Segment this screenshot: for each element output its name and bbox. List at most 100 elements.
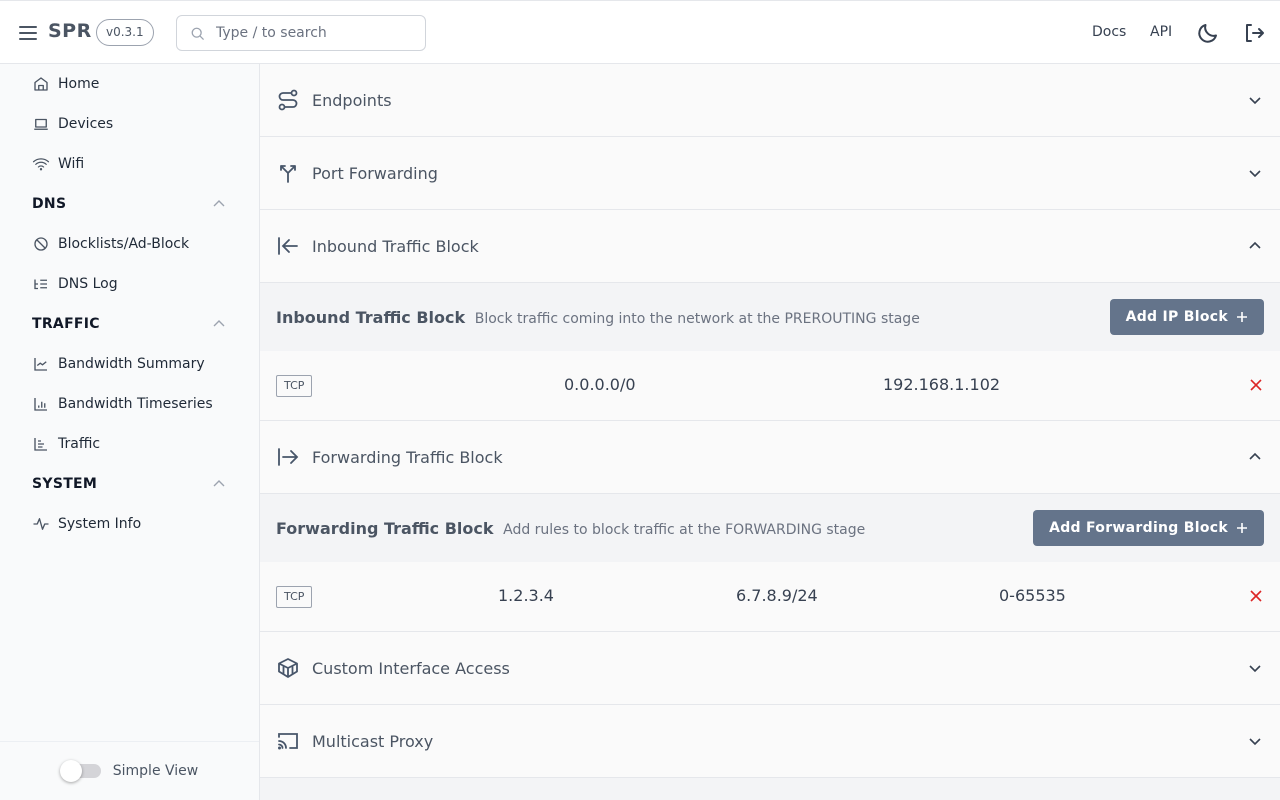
list-icon — [34, 279, 47, 290]
search-input[interactable] — [216, 25, 406, 41]
protocol-badge: TCP — [276, 375, 313, 397]
cast-icon — [278, 733, 298, 750]
moon-icon[interactable] — [1196, 21, 1220, 45]
sidebar-section-system[interactable]: SYSTEM — [32, 464, 226, 504]
chevron-down-icon — [1249, 170, 1261, 178]
accordion-multicast-proxy[interactable]: Multicast Proxy — [260, 705, 1280, 778]
sidebar-item-system-info[interactable]: System Info — [32, 504, 141, 544]
button-label: Add IP Block — [1125, 309, 1228, 325]
sidebar-item-devices[interactable]: Devices — [32, 104, 113, 144]
chevron-up-icon — [213, 480, 225, 487]
accordion-port-forwarding[interactable]: Port Forwarding — [260, 137, 1280, 210]
sidebar: Home Devices Wifi DNS Blocklists/Ad-Bloc… — [0, 64, 260, 800]
destination-address: 192.168.1.102 — [883, 375, 1001, 394]
align-chart-icon — [34, 438, 47, 451]
sidebar-item-label: Blocklists/Ad-Block — [58, 236, 190, 252]
source-address: 0.0.0.0/0 — [564, 375, 636, 394]
destination-address: 6.7.8.9/24 — [736, 586, 818, 605]
accordion-custom-interface-access[interactable]: Custom Interface Access — [260, 632, 1280, 705]
sidebar-item-wifi[interactable]: Wifi — [32, 144, 84, 184]
section-title: TRAFFIC — [32, 316, 100, 332]
sidebar-item-label: Devices — [58, 116, 114, 132]
plus-icon — [1237, 523, 1247, 533]
version-badge: v0.3.1 — [96, 19, 154, 46]
sidebar-item-label: Bandwidth Summary — [58, 356, 205, 372]
forwarding-panel-title: Forwarding Traffic Block — [276, 518, 494, 538]
add-forwarding-block-button[interactable]: Add Forwarding Block — [1033, 510, 1264, 546]
chevron-up-icon — [213, 320, 225, 327]
sidebar-item-label: System Info — [58, 516, 142, 532]
inbound-panel-header: Inbound Traffic Block Block traffic comi… — [260, 283, 1280, 351]
arrow-left-to-line-icon — [278, 237, 298, 255]
forwarding-panel-description: Add rules to block traffic at the FORWAR… — [503, 521, 866, 538]
accordion-title: Forwarding Traffic Block — [312, 447, 503, 467]
sidebar-section-traffic[interactable]: TRAFFIC — [32, 304, 226, 344]
accordion-title: Endpoints — [312, 90, 392, 110]
accordion-inbound-traffic-block[interactable]: Inbound Traffic Block — [260, 210, 1280, 283]
home-icon — [34, 77, 48, 91]
chevron-up-icon — [213, 200, 225, 207]
sidebar-item-traffic[interactable]: Traffic — [32, 424, 100, 464]
sidebar-item-label: Bandwidth Timeseries — [58, 396, 213, 412]
wifi-icon — [32, 158, 50, 171]
bar-chart-icon — [34, 398, 47, 411]
chevron-down-icon — [1249, 738, 1261, 746]
accordion-endpoints[interactable]: Endpoints — [260, 64, 1280, 137]
forwarding-panel-header: Forwarding Traffic Block Add rules to bl… — [260, 494, 1280, 562]
chevron-down-icon — [1249, 665, 1261, 673]
button-label: Add Forwarding Block — [1049, 520, 1228, 536]
sidebar-section-dns[interactable]: DNS — [32, 184, 226, 224]
sidebar-item-bandwidth-summary[interactable]: Bandwidth Summary — [32, 344, 205, 384]
inbound-panel-description: Block traffic coming into the network at… — [474, 310, 920, 327]
api-link[interactable]: API — [1150, 24, 1172, 40]
section-title: DNS — [32, 196, 67, 212]
panel-title-wrap: Forwarding Traffic Block Add rules to bl… — [276, 519, 865, 538]
delete-icon[interactable] — [1249, 378, 1263, 392]
add-ip-block-button[interactable]: Add IP Block — [1109, 299, 1264, 335]
split-arrow-icon — [280, 165, 296, 183]
forwarding-rule-row: TCP 1.2.3.4 6.7.8.9/24 0-65535 — [260, 562, 1280, 632]
activity-icon — [33, 518, 49, 530]
sidebar-item-blocklists[interactable]: Blocklists/Ad-Block — [32, 224, 189, 264]
logout-icon[interactable] — [1242, 21, 1266, 45]
ban-icon — [34, 237, 48, 251]
sidebar-item-label: Home — [58, 76, 100, 92]
plus-icon — [1237, 312, 1247, 322]
source-address: 1.2.3.4 — [498, 586, 554, 605]
main-content: Endpoints Port Forwarding Inbound Traffi… — [260, 64, 1280, 800]
simple-view-toggle[interactable] — [59, 760, 101, 782]
laptop-icon — [34, 118, 48, 130]
panel-title-wrap: Inbound Traffic Block Block traffic comi… — [276, 308, 920, 327]
section-title: SYSTEM — [32, 476, 98, 492]
sidebar-footer: Simple View — [0, 741, 259, 800]
delete-icon[interactable] — [1249, 589, 1263, 603]
sidebar-item-label: Traffic — [58, 436, 101, 452]
sidebar-item-dns-log[interactable]: DNS Log — [32, 264, 118, 304]
search-box[interactable] — [176, 15, 426, 51]
container-icon — [278, 658, 298, 678]
sidebar-item-home[interactable]: Home — [32, 64, 99, 104]
chevron-up-icon — [1249, 452, 1261, 460]
chevron-up-icon — [1249, 241, 1261, 249]
chevron-down-icon — [1249, 97, 1261, 105]
line-chart-icon — [34, 358, 47, 371]
simple-view-label: Simple View — [112, 763, 199, 779]
search-icon — [191, 27, 204, 40]
sidebar-item-label: Wifi — [58, 156, 85, 172]
accordion-title: Inbound Traffic Block — [312, 236, 479, 256]
toggle-knob — [59, 760, 82, 782]
sidebar-item-bandwidth-timeseries[interactable]: Bandwidth Timeseries — [32, 384, 213, 424]
accordion-title: Custom Interface Access — [312, 658, 510, 678]
accordion-title: Port Forwarding — [312, 163, 438, 183]
inbound-rule-row: TCP 0.0.0.0/0 192.168.1.102 — [260, 351, 1280, 421]
accordion-title: Multicast Proxy — [312, 731, 434, 751]
brand-logo: SPR — [48, 20, 92, 42]
accordion-forwarding-traffic-block[interactable]: Forwarding Traffic Block — [260, 421, 1280, 494]
port-range: 0-65535 — [999, 586, 1066, 605]
route-icon — [278, 89, 298, 111]
protocol-badge: TCP — [276, 586, 313, 608]
arrow-right-from-line-icon — [278, 448, 299, 466]
top-bar: SPR v0.3.1 Docs API — [0, 0, 1280, 64]
menu-icon[interactable] — [18, 23, 38, 43]
docs-link[interactable]: Docs — [1092, 24, 1126, 40]
